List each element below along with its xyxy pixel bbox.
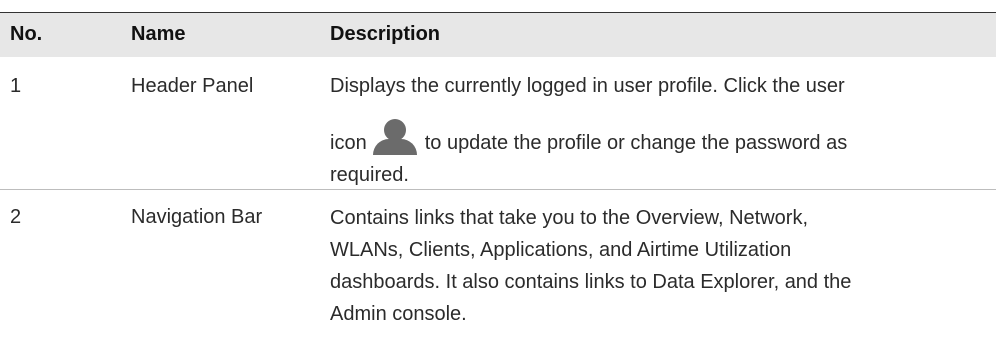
header-no: No. [10, 23, 43, 45]
row-divider [0, 189, 996, 190]
row-name: Header Panel [131, 75, 254, 97]
description-line: dashboards. It also contains links to Da… [330, 271, 852, 293]
header-description: Description [330, 23, 441, 45]
table-header-row: No. Name Description [0, 12, 996, 57]
description-line: WLANs, Clients, Applications, and Airtim… [330, 239, 792, 261]
row-name: Navigation Bar [131, 206, 263, 228]
description-line: icon to update the profile or change the … [330, 119, 995, 158]
row-description: Contains links that take you to the Over… [330, 202, 995, 330]
row-number: 2 [10, 206, 22, 228]
description-text: to update the profile or change the pass… [424, 132, 848, 154]
user-icon [371, 119, 419, 155]
description-line: Displays the currently logged in user pr… [330, 75, 845, 97]
description-line: required. [330, 164, 409, 186]
header-name: Name [131, 23, 186, 45]
row-description: Displays the currently logged in user pr… [330, 71, 995, 190]
description-line: Admin console. [330, 303, 467, 325]
description-line: Contains links that take you to the Over… [330, 207, 808, 229]
row-number: 1 [10, 75, 22, 97]
description-text: icon [330, 132, 367, 154]
